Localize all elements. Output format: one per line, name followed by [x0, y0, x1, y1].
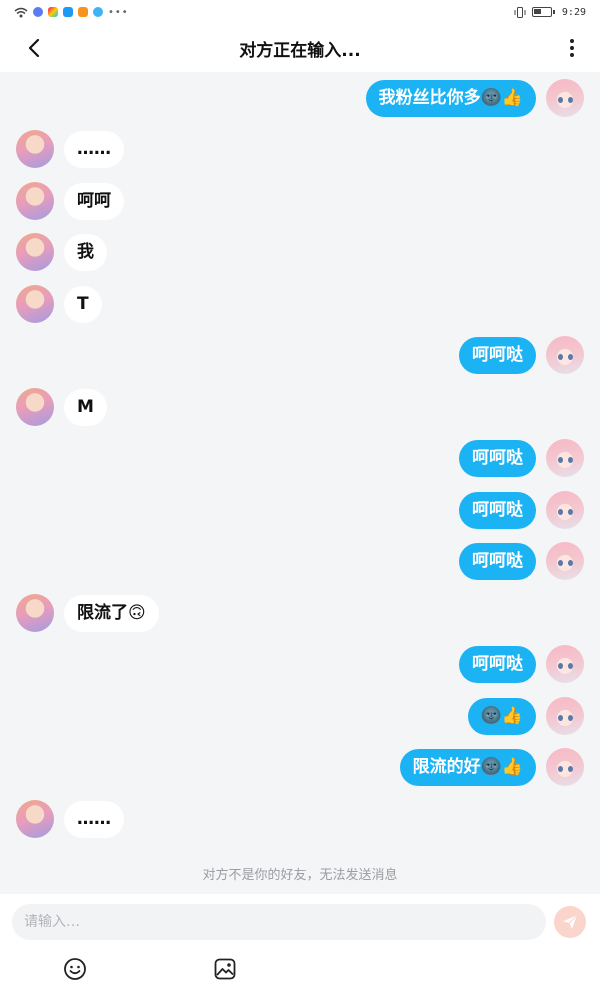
message-bubble-other[interactable]: 呵呵 [64, 183, 124, 220]
more-dots-icon: ••• [108, 6, 129, 18]
contact-avatar[interactable] [16, 388, 54, 426]
emoji-button[interactable] [62, 956, 88, 982]
message-bubble-self[interactable]: 呵呵哒 [459, 492, 536, 529]
message-bubble-other[interactable]: 限流了🙃 [64, 595, 159, 632]
message-bubble-other[interactable]: …… [64, 801, 124, 838]
message-bubble-other[interactable]: T [64, 286, 102, 323]
contact-avatar[interactable] [16, 285, 54, 323]
message-bubble-self[interactable]: 呵呵哒 [459, 543, 536, 580]
message-row-other: M [0, 388, 600, 428]
contact-avatar[interactable] [16, 594, 54, 632]
app-icon [48, 7, 58, 17]
status-time: 9:29 [561, 6, 586, 18]
message-row-other: 呵呵 [0, 182, 600, 222]
message-bubble-self[interactable]: 呵呵哒 [459, 646, 536, 683]
message-row-self: 呵呵哒 [0, 645, 600, 685]
send-icon [563, 914, 578, 929]
self-avatar[interactable] [546, 645, 584, 683]
app-icon [93, 7, 103, 17]
contact-avatar[interactable] [16, 182, 54, 220]
message-row-self: 呵呵哒 [0, 542, 600, 582]
message-bubble-self[interactable]: 🌚👍 [467, 698, 536, 735]
self-avatar[interactable] [546, 697, 584, 735]
message-row-self: 我粉丝比你多🌚👍 [0, 79, 600, 119]
image-button[interactable] [212, 956, 238, 982]
chat-header: 对方正在输入... [0, 24, 600, 72]
self-avatar[interactable] [546, 439, 584, 477]
status-icons-right: 9:29 [514, 6, 586, 18]
send-button[interactable] [554, 906, 586, 938]
battery-icon [531, 7, 555, 17]
contact-avatar[interactable] [16, 130, 54, 168]
chat-title: 对方正在输入... [239, 40, 361, 61]
message-bubble-other[interactable]: M [64, 389, 107, 426]
message-row-self: 呵呵哒 [0, 336, 600, 376]
chevron-left-icon [28, 38, 40, 58]
self-avatar[interactable] [546, 336, 584, 374]
contact-avatar[interactable] [16, 800, 54, 838]
message-row-other: 我 [0, 233, 600, 273]
message-row-self: 限流的好🌚👍 [0, 748, 600, 788]
message-row-other: …… [0, 130, 600, 170]
message-list[interactable]: 我粉丝比你多🌚👍 …… 呵呵 我 T 呵呵哒 M 呵呵哒 呵呵哒 呵呵哒 限流了… [0, 72, 600, 894]
app-icon [63, 7, 73, 17]
status-bar: ••• 9:29 [0, 0, 600, 24]
status-icons-left: ••• [14, 7, 129, 18]
more-options-button[interactable] [558, 34, 586, 62]
message-bubble-self[interactable]: 呵呵哒 [459, 337, 536, 374]
message-row-self: 呵呵哒 [0, 439, 600, 479]
message-composer [0, 894, 600, 1000]
self-avatar[interactable] [546, 542, 584, 580]
emoji-icon [64, 958, 86, 980]
message-bubble-self[interactable]: 呵呵哒 [459, 440, 536, 477]
wifi-icon [14, 7, 28, 17]
contact-avatar[interactable] [16, 233, 54, 271]
message-row-other: …… [0, 800, 600, 840]
back-button[interactable] [20, 34, 48, 62]
vibrate-icon [514, 6, 526, 18]
message-row-other: 限流了🙃 [0, 594, 600, 634]
app-icon [78, 7, 88, 17]
app-icon [33, 7, 43, 17]
self-avatar[interactable] [546, 748, 584, 786]
message-bubble-self[interactable]: 我粉丝比你多🌚👍 [365, 80, 536, 117]
more-vertical-icon [570, 39, 574, 57]
self-avatar[interactable] [546, 79, 584, 117]
message-bubble-other[interactable]: …… [64, 131, 124, 168]
message-bubble-other[interactable]: 我 [64, 234, 107, 271]
message-row-self: 呵呵哒 [0, 491, 600, 531]
message-row-other: T [0, 285, 600, 325]
not-friend-notice: 对方不是你的好友，无法发送消息 [202, 868, 398, 883]
image-icon [214, 958, 236, 980]
message-bubble-self[interactable]: 限流的好🌚👍 [399, 749, 536, 786]
message-row-self: 🌚👍 [0, 697, 600, 737]
self-avatar[interactable] [546, 491, 584, 529]
message-input[interactable] [12, 904, 546, 940]
